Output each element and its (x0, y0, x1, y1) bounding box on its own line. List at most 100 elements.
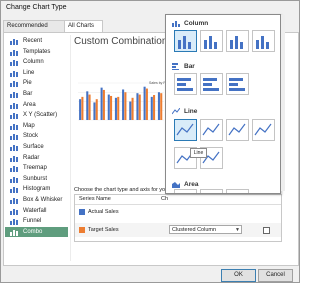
bar-actual-3 (93, 102, 96, 120)
sidebar-item-pie[interactable]: Pie (5, 78, 68, 89)
line-subtype-tile[interactable] (252, 119, 275, 141)
column-section-header: Column (172, 20, 208, 27)
sunburst-chart-icon (10, 176, 18, 183)
bar-target-3 (95, 99, 98, 120)
ok-button[interactable]: OK (221, 269, 256, 282)
bar-actual-6 (114, 97, 117, 120)
pie-chart-icon (10, 80, 18, 88)
bar-target-4 (102, 89, 105, 120)
target-sales-label: Target Sales (88, 227, 119, 233)
sidebar-item-label: Combo (23, 228, 43, 235)
bar-target-1 (81, 96, 84, 120)
sidebar-item-sunburst[interactable]: Sunburst (5, 174, 68, 185)
line-subtype-tile[interactable] (174, 119, 197, 141)
bar-actual-9 (136, 93, 139, 120)
column-subtype-tile[interactable] (200, 30, 223, 52)
waterfall-chart-icon (10, 208, 18, 215)
combo-chart-preview (78, 82, 164, 121)
sidebar-item-label: Surface (23, 144, 44, 150)
actual-sales-label: Actual Sales (88, 209, 119, 215)
sidebar-item-column[interactable]: Column (5, 57, 68, 68)
sidebar-item-funnel[interactable]: Funnel (5, 216, 68, 227)
sidebar-item-label: X Y (Scatter) (23, 112, 58, 119)
sidebar-item-histogram[interactable]: Histogram (5, 184, 68, 195)
bar-actual-5 (107, 94, 110, 120)
bar-section-label: Bar (184, 63, 195, 71)
recent-icon (10, 38, 18, 45)
sidebar-item-treemap[interactable]: Treemap (5, 163, 68, 174)
sidebar-item-radar[interactable]: Radar (5, 153, 68, 164)
sidebar-item-map[interactable]: Map (5, 121, 68, 132)
templates-icon (10, 49, 18, 56)
sidebar-item-combo[interactable]: Combo (5, 226, 68, 238)
chart-type-flyout: Column Bar Line Area (165, 14, 281, 194)
actual-sales-swatch (79, 209, 85, 215)
bar-target-7 (124, 92, 127, 120)
area-section-icon (172, 181, 180, 188)
bar-actual-12 (157, 92, 160, 120)
sidebar-item-x-y-scatter[interactable]: X Y (Scatter) (5, 110, 68, 121)
sidebar-item-line[interactable]: Line (5, 68, 68, 79)
secondary-axis-checkbox[interactable] (263, 227, 270, 234)
bar-target-5 (110, 95, 113, 120)
chart-type-value: Clustered Column (172, 227, 217, 233)
line-section-header: Line (171, 107, 197, 115)
line-subtype-tile[interactable] (200, 119, 223, 141)
column-section-icon (172, 20, 180, 27)
series-table: Series Name Ch Actual Sales Target Sales… (74, 194, 282, 242)
target-sales-swatch (79, 227, 85, 233)
area-subtype-tile[interactable] (226, 189, 249, 193)
sidebar-item-stock[interactable]: Stock (5, 131, 68, 142)
area-subtype-tile[interactable] (200, 189, 223, 193)
change-chart-type-dialog: Change Chart Type Recommended Charts All… (0, 0, 300, 283)
column-section-label: Column (184, 20, 209, 28)
bar-subtype-tile[interactable] (174, 73, 197, 95)
bar-target-12 (160, 93, 163, 120)
tab-all-charts[interactable]: All Charts (64, 20, 103, 32)
sidebar-divider (70, 35, 71, 261)
cancel-button[interactable]: Cancel (258, 269, 293, 282)
sidebar-item-label: Templates (23, 48, 51, 55)
tab-recommended-charts[interactable]: Recommended Charts (3, 20, 67, 40)
dialog-title: Change Chart Type (6, 4, 67, 11)
table-row[interactable]: Actual Sales (75, 206, 281, 218)
bar-subtype-tile[interactable] (200, 73, 223, 95)
line-tooltip: Line (190, 148, 207, 158)
bar-actual-1 (79, 99, 82, 120)
table-row[interactable]: Target Sales Clustered Column ▼ (75, 223, 281, 237)
area-section-label: Area (184, 181, 199, 189)
flyout-scrollbar[interactable] (281, 15, 285, 191)
sidebar-item-label: Waterfall (23, 207, 47, 214)
bar-subtype-tile[interactable] (226, 73, 249, 95)
line-subtype-tile[interactable] (226, 119, 249, 141)
chart-type-select[interactable]: Clustered Column ▼ (169, 225, 242, 234)
sidebar-item-recent[interactable]: Recent (5, 36, 68, 47)
column-chart-icon (10, 59, 18, 67)
area-subtype-tile[interactable] (174, 189, 197, 193)
bar-section-header: Bar (172, 63, 195, 70)
bar-actual-11 (150, 96, 153, 120)
sidebar-item-waterfall[interactable]: Waterfall (5, 206, 68, 217)
sidebar-item-label: Bar (23, 91, 33, 97)
column-subtype-tile[interactable] (174, 30, 197, 52)
box-whisker-chart-icon (10, 197, 18, 204)
bar-target-6 (117, 96, 120, 120)
sidebar-item-label: Pie (23, 80, 32, 87)
column-subtype-tile[interactable] (252, 30, 275, 52)
treemap-chart-icon (10, 165, 18, 173)
sidebar-item-label: Column (23, 59, 44, 66)
sidebar-item-area[interactable]: Area (5, 100, 68, 111)
area-chart-icon (10, 102, 18, 109)
column-subtype-tile[interactable] (226, 30, 249, 52)
sidebar-item-label: Recent (23, 38, 43, 44)
sidebar-item-bar[interactable]: Bar (5, 89, 68, 100)
sidebar-item-label: Treemap (23, 165, 47, 172)
stock-chart-icon (10, 133, 18, 141)
sidebar-item-label: Line (23, 69, 35, 76)
sidebar-item-box-whisker[interactable]: Box & Whisker (5, 195, 68, 206)
sidebar-item-surface[interactable]: Surface (5, 142, 68, 153)
surface-chart-icon (10, 144, 18, 151)
sidebar-item-templates[interactable]: Templates (5, 47, 68, 58)
scatter-chart-icon (10, 112, 18, 120)
sidebar-item-label: Histogram (23, 186, 51, 193)
